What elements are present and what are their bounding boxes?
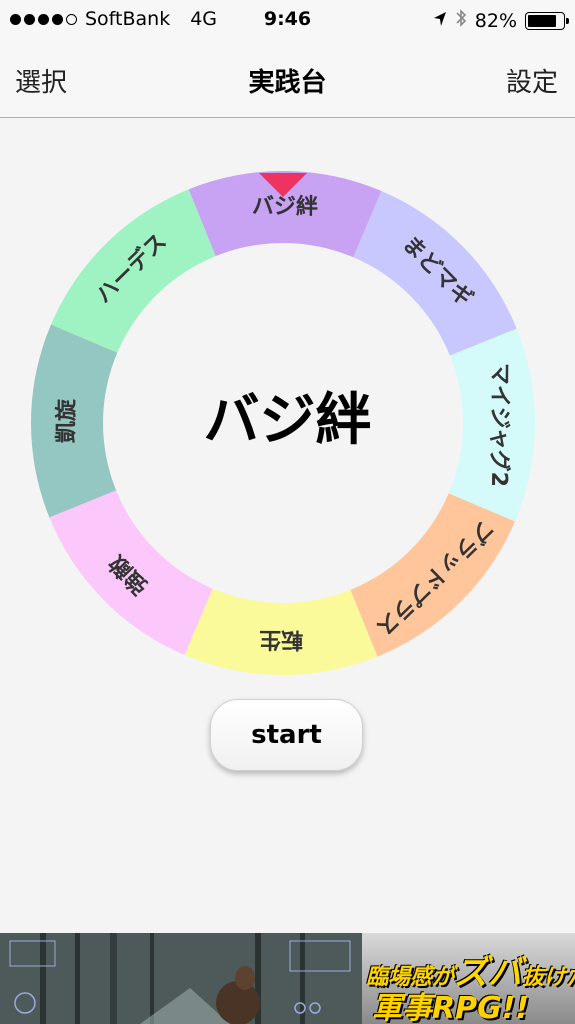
wheel-segment-label: 転生 <box>259 626 303 652</box>
battery-level <box>528 14 556 27</box>
battery-icon <box>525 11 569 30</box>
ad-text-panel: 臨場感がズバ抜けた 軍事RPG!! <box>362 933 575 1024</box>
selected-machine-label: バジ絆 <box>203 388 372 453</box>
status-bar: SoftBank 4G 9:46 82% <box>0 0 575 40</box>
status-left: SoftBank 4G <box>10 8 217 30</box>
ad-text-3: 抜けた <box>522 965 575 990</box>
select-button[interactable]: 選択 <box>15 62 67 99</box>
signal-strength-icon <box>10 13 77 25</box>
signal-dot <box>24 13 35 25</box>
wheel-segment-label: バジ絆 <box>252 193 318 220</box>
settings-button[interactable]: 設定 <box>506 62 558 99</box>
network-type: 4G <box>190 8 218 30</box>
location-arrow-icon <box>433 10 447 32</box>
ad-subheadline: 軍事RPG!! <box>372 991 530 1024</box>
start-button[interactable]: start <box>210 699 363 771</box>
signal-dot <box>66 13 77 25</box>
bluetooth-icon <box>455 8 467 33</box>
navigation-bar: 選択 実践台 設定 <box>0 40 575 118</box>
ad-banner[interactable]: 臨場感がズバ抜けた 軍事RPG!! <box>0 933 575 1024</box>
signal-dot <box>10 13 21 25</box>
status-right: 82% <box>433 8 569 33</box>
roulette-wheel: バジ絆 まどマギ マイジャグ2 ブラッドプラス 転生 強敵 凱旋 ハーデス バジ絆 <box>0 117 575 707</box>
page-title: 実践台 <box>248 68 327 98</box>
battery-percent: 82% <box>474 9 517 32</box>
signal-dot <box>52 13 63 25</box>
battery-tip <box>566 17 569 24</box>
ad-scene-image <box>0 933 362 1024</box>
carrier-name: SoftBank <box>85 8 171 30</box>
signal-dot <box>38 13 49 25</box>
